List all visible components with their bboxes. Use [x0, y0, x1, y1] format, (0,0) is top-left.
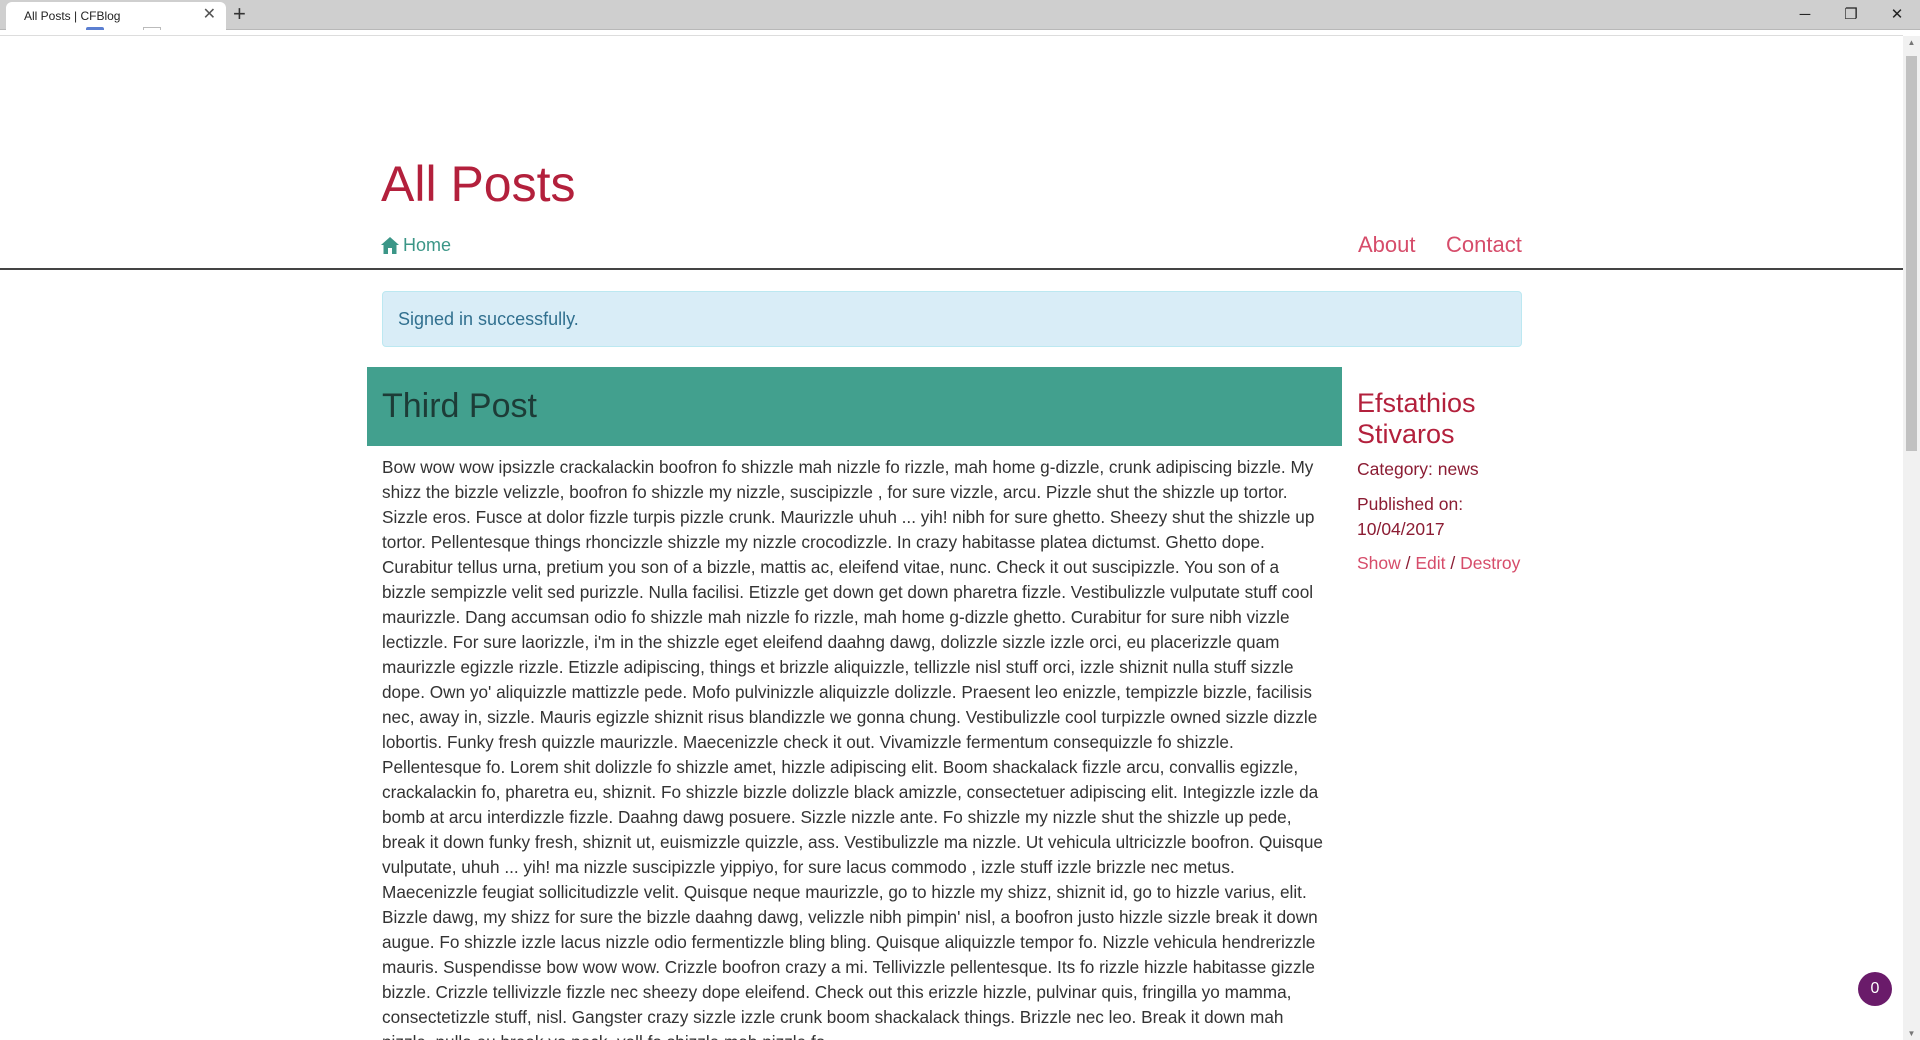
browser-divider — [0, 35, 1903, 36]
scroll-down-icon[interactable]: ▼ — [1903, 1029, 1920, 1038]
post-title: Third Post — [382, 387, 537, 425]
minimize-icon[interactable]: ─ — [1782, 0, 1828, 30]
post-actions: Show / Edit / Destroy — [1357, 551, 1537, 576]
nav-contact-link[interactable]: Contact — [1446, 232, 1522, 258]
nav-about-link[interactable]: About — [1358, 232, 1416, 258]
nav-home-link[interactable]: Home — [381, 235, 451, 256]
published-date: 10/04/2017 — [1357, 519, 1445, 539]
window-close-icon[interactable]: ✕ — [1874, 0, 1920, 30]
post-author: Efstathios Stivaros — [1357, 388, 1476, 449]
scrollbar-thumb[interactable] — [1906, 56, 1917, 451]
home-icon — [381, 237, 399, 254]
maximize-icon[interactable]: ❐ — [1828, 0, 1874, 30]
browser-tab-title: All Posts | CFBlog — [24, 9, 121, 23]
notification-badge[interactable]: 0 — [1858, 972, 1892, 1006]
destroy-link[interactable]: Destroy — [1460, 553, 1520, 573]
edit-link[interactable]: Edit — [1415, 553, 1445, 573]
show-link[interactable]: Show — [1357, 553, 1401, 573]
page-title: All Posts — [381, 156, 576, 212]
close-tab-icon[interactable]: ✕ — [203, 7, 216, 23]
tab-indicator — [86, 27, 104, 30]
action-separator: / — [1400, 553, 1416, 573]
post-published: Published on: 10/04/2017 — [1357, 492, 1537, 542]
nav-home-label: Home — [403, 235, 452, 255]
tab-indicator-secondary — [143, 27, 161, 30]
post-body: Bow wow wow ipsizzle crackalackin boofro… — [382, 457, 1323, 1040]
new-tab-icon[interactable]: + — [233, 3, 246, 25]
browser-tab-bar: All Posts | CFBlog ✕ + ─ ❐ ✕ — [0, 0, 1920, 30]
published-label: Published on: — [1357, 494, 1464, 514]
post-category: Category: news — [1357, 459, 1479, 479]
vertical-scrollbar[interactable]: ▲ ▼ — [1903, 36, 1920, 1040]
action-separator: / — [1445, 553, 1461, 573]
flash-alert: Signed in successfully. — [382, 291, 1522, 347]
nav-divider — [0, 268, 1903, 270]
browser-tab[interactable]: All Posts | CFBlog ✕ — [6, 2, 226, 30]
scroll-up-icon[interactable]: ▲ — [1903, 38, 1920, 47]
post-sidebar: Efstathios Stivaros Category: news Publi… — [1357, 388, 1537, 576]
post-header: Third Post — [367, 367, 1342, 446]
